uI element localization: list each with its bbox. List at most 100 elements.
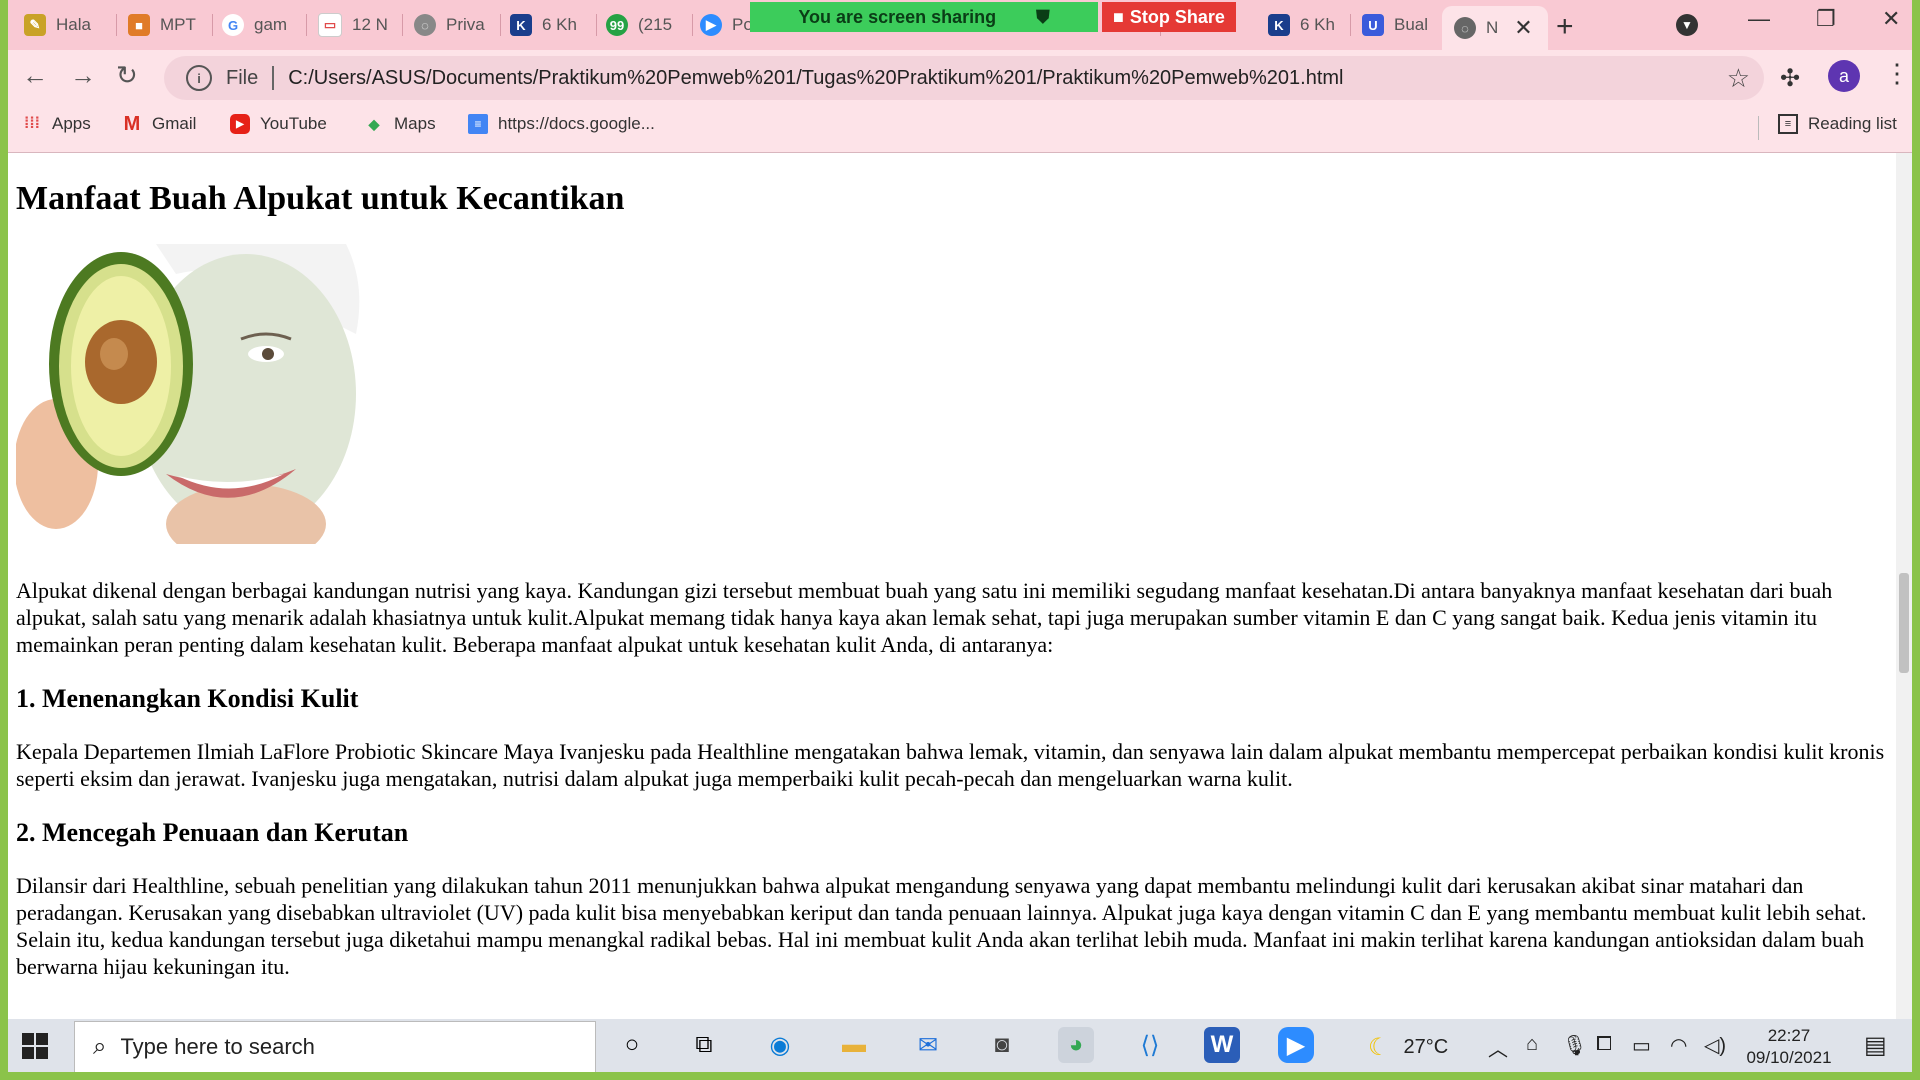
tab-label: Priva <box>446 15 485 34</box>
volume-icon[interactable]: ◁) <box>1704 1033 1726 1058</box>
temperature: 27°C <box>1403 1036 1449 1058</box>
whatsapp-icon: 99 <box>606 14 628 36</box>
url-text[interactable]: C:/Users/ASUS/Documents/Praktikum%20Pemw… <box>288 67 1343 90</box>
bookmark-gmail[interactable]: M Gmail <box>122 112 197 135</box>
windows-start-icon[interactable] <box>22 1033 48 1059</box>
tab-label: 12 N <box>352 15 388 34</box>
restore-button[interactable]: ❐ <box>1816 6 1836 32</box>
camera-icon[interactable]: ◙ <box>984 1027 1020 1063</box>
bookmark-docs[interactable]: ≡ https://docs.google... <box>468 114 655 134</box>
bookmark-apps[interactable]: ⁞⁞⁞ Apps <box>22 114 91 134</box>
stop-share-label: Stop Share <box>1129 6 1225 27</box>
mail-icon[interactable]: ✉ <box>910 1027 946 1063</box>
extensions-icon[interactable]: ✣ <box>1780 64 1800 93</box>
tab-label: Po <box>732 15 750 34</box>
stop-icon: ■ <box>1113 6 1124 27</box>
weather-moon-icon: ☾ <box>1368 1034 1390 1061</box>
menu-icon[interactable]: ⋮ <box>1884 58 1910 89</box>
tab-kh-2[interactable]: K 6 Kh <box>1268 8 1346 42</box>
bookmark-label: Gmail <box>152 114 197 133</box>
meet-now-icon[interactable]: ⌂ <box>1526 1033 1538 1056</box>
zoom-icon[interactable]: ▶ <box>1278 1027 1314 1063</box>
youtube-icon: ▶ <box>230 114 250 134</box>
app-icon: K <box>1268 14 1290 36</box>
app-icon: U <box>1362 14 1384 36</box>
back-button[interactable]: ← <box>22 60 48 91</box>
avocado-face-illustration <box>16 244 466 544</box>
new-tab-button[interactable]: + <box>1556 10 1574 44</box>
tab-privacy[interactable]: ◌ Priva <box>414 8 494 42</box>
apps-grid-icon: ⁞⁞⁞ <box>24 115 40 132</box>
close-window-button[interactable]: ✕ <box>1882 6 1900 32</box>
web-page: Manfaat Buah Alpukat untuk Kecantikan Al… <box>8 153 1896 1019</box>
wifi-icon[interactable]: ◠ <box>1670 1033 1687 1058</box>
avocado-facemask-image <box>16 244 466 544</box>
section-body-2: Dilansir dari Healthline, sebuah penelit… <box>16 873 1867 979</box>
tab-label: 6 Kh <box>542 15 577 34</box>
clock-time: 22:27 <box>1767 1026 1811 1045</box>
browser-toolbar: ← → ↻ i File C:/Users/ASUS/Documents/Pra… <box>8 50 1912 106</box>
maps-icon: ◆ <box>368 115 380 132</box>
microphone-icon[interactable]: 🎙︎ <box>1562 1033 1587 1058</box>
tab-label: N <box>1486 18 1499 37</box>
system-clock[interactable]: 22:27 09/10/2021 <box>1734 1025 1844 1069</box>
tab-mpt[interactable]: ■ MPT <box>128 8 204 42</box>
windows-taskbar: ⌕ Type here to search ○ ⧉ ◉ ▬ ✉ ◙ ◕ ⟨⟩ W… <box>8 1019 1912 1072</box>
tab-kh-1[interactable]: K 6 Kh <box>510 8 590 42</box>
reading-list-icon: ≡ <box>1778 114 1798 134</box>
tab-label: Hala <box>56 15 91 34</box>
page-scrollbar[interactable] <box>1896 153 1912 1019</box>
minimize-button[interactable]: — <box>1748 6 1770 32</box>
bookmark-label: Maps <box>394 114 436 133</box>
tab-hala[interactable]: ✎ Hala <box>24 8 110 42</box>
notification-icon[interactable]: ▤ <box>1864 1031 1887 1060</box>
tab-bual[interactable]: U Bual <box>1362 8 1432 42</box>
tab-active[interactable]: ◌ N ✕ <box>1442 6 1548 50</box>
google-icon: G <box>222 14 244 36</box>
edge-icon[interactable]: ◉ <box>762 1027 798 1063</box>
tab-whatsapp[interactable]: 99 (215 <box>606 8 686 42</box>
bookmark-star-icon[interactable]: ☆ <box>1727 63 1750 94</box>
tab-label: 6 Kh <box>1300 15 1335 34</box>
globe-icon: ◌ <box>1454 17 1476 39</box>
vscode-icon[interactable]: ⟨⟩ <box>1132 1027 1168 1063</box>
bookmark-maps[interactable]: ◆ Maps <box>364 114 436 134</box>
tab-zoom[interactable]: ▶ Po <box>700 8 750 42</box>
tab-calendar[interactable]: ▭ 12 N <box>318 8 394 42</box>
word-icon[interactable]: W <box>1204 1027 1240 1063</box>
taskbar-search-input[interactable]: ⌕ Type here to search <box>74 1021 596 1072</box>
chrome-icon[interactable]: ◕ <box>1058 1027 1094 1063</box>
reload-button[interactable]: ↻ <box>116 60 138 91</box>
tab-search-icon[interactable]: ▼ <box>1676 14 1698 36</box>
stop-share-button[interactable]: ■ Stop Share <box>1102 2 1236 32</box>
chevron-up-icon[interactable]: ︿ <box>1488 1033 1508 1062</box>
page-title: Manfaat Buah Alpukat untuk Kecantikan <box>16 180 625 217</box>
avatar[interactable]: a <box>1828 60 1860 92</box>
share-status-label: You are screen sharing <box>798 6 997 27</box>
forward-button[interactable]: → <box>70 60 96 91</box>
bookmark-youtube[interactable]: ▶ YouTube <box>230 114 327 134</box>
cortana-icon[interactable]: ○ <box>614 1027 650 1063</box>
battery-icon[interactable]: ▭ <box>1632 1033 1651 1058</box>
screen-sharing-banner: You are screen sharing ⛊ <box>750 2 1098 32</box>
zoom-icon: ▶ <box>700 14 722 36</box>
info-icon[interactable]: i <box>186 65 212 91</box>
bookmark-label: YouTube <box>260 114 327 133</box>
close-tab-icon[interactable]: ✕ <box>1514 15 1532 41</box>
address-bar[interactable]: i File C:/Users/ASUS/Documents/Praktikum… <box>164 56 1764 100</box>
screen-share-tray-icon[interactable]: ⧠ <box>1596 1033 1612 1056</box>
section-body-1: Kepala Departemen Ilmiah LaFlore Probiot… <box>16 739 1885 791</box>
gmail-icon: M <box>123 112 141 135</box>
tab-label: (215 <box>638 15 673 34</box>
tab-label: Bual <box>1394 15 1429 34</box>
scrollbar-thumb[interactable] <box>1899 573 1909 673</box>
search-placeholder: Type here to search <box>120 1034 315 1059</box>
bookmark-label: Apps <box>52 114 91 133</box>
reading-list[interactable]: ≡ Reading list <box>1778 114 1897 134</box>
task-view-icon[interactable]: ⧉ <box>686 1027 722 1063</box>
search-icon: ⌕ <box>93 1033 107 1060</box>
section-heading-1: 1. Menenangkan Kondisi Kulit <box>16 684 359 713</box>
file-explorer-icon[interactable]: ▬ <box>836 1027 872 1063</box>
weather-widget[interactable]: ☾ 27°C <box>1368 1033 1448 1062</box>
tab-google[interactable]: G gam <box>222 8 298 42</box>
